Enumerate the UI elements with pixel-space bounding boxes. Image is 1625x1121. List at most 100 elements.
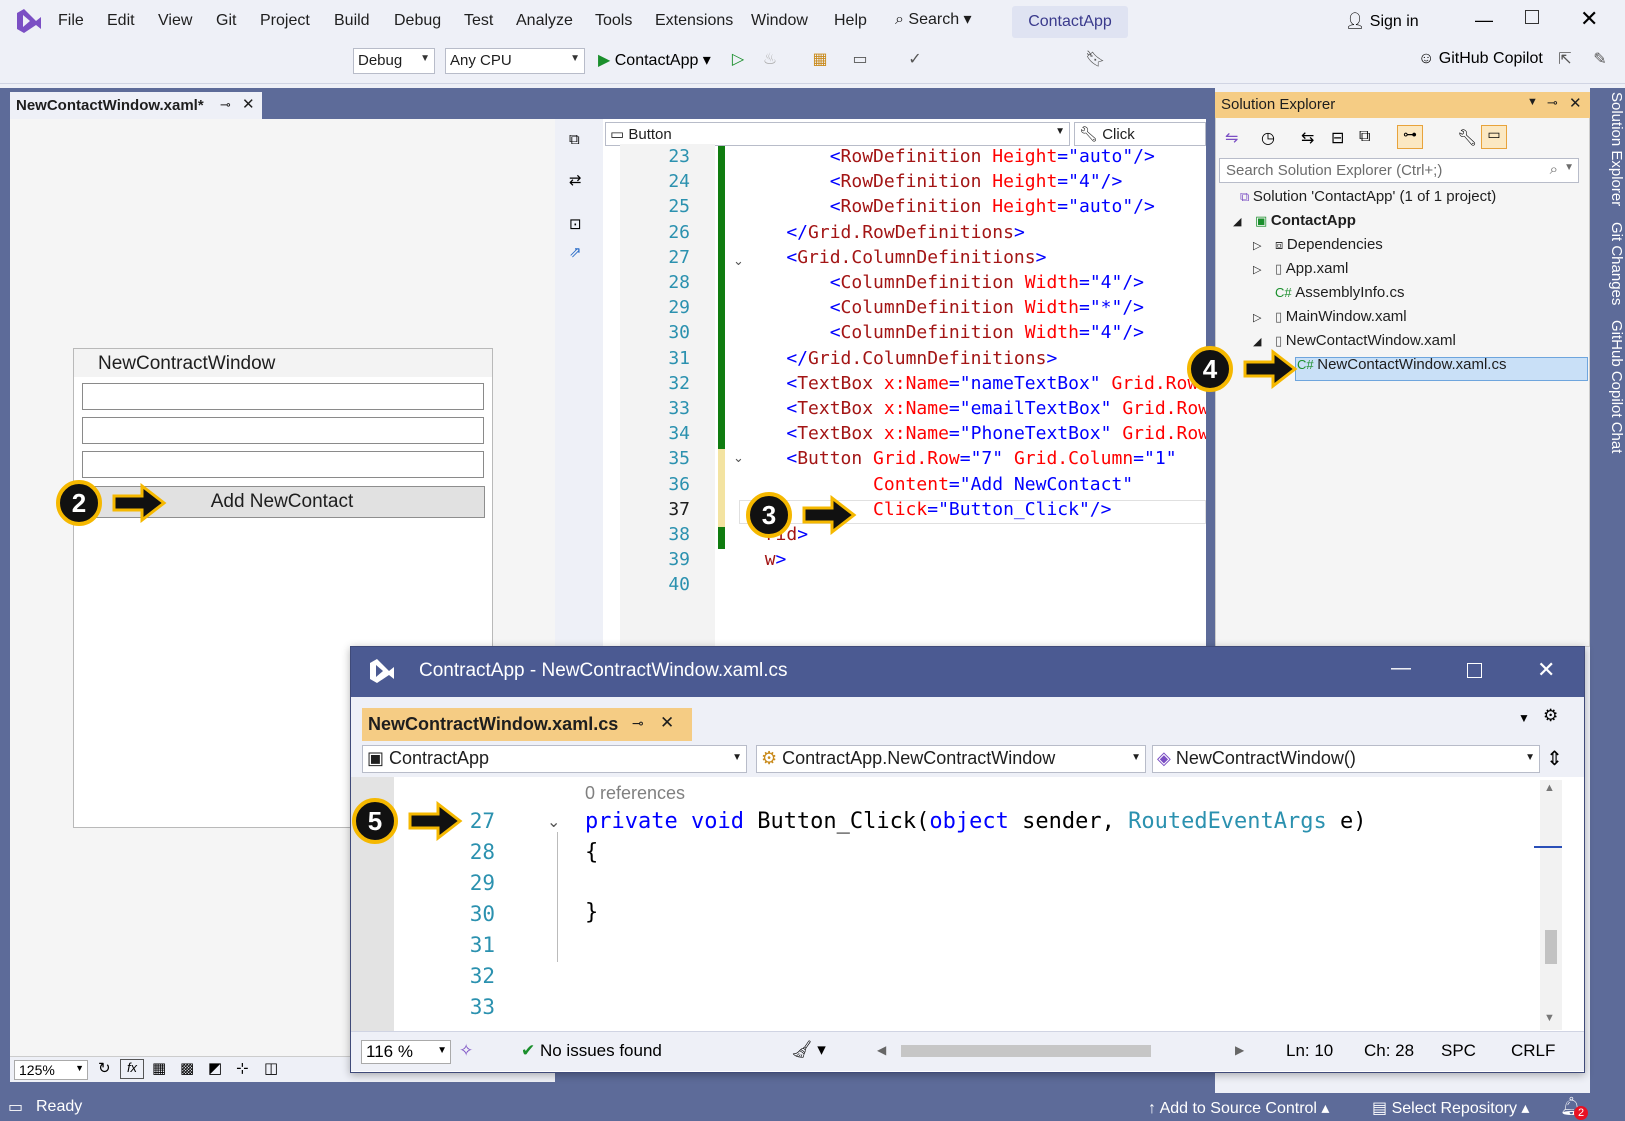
scroll-right-icon[interactable]: ▶ — [1235, 1043, 1244, 1057]
effects-toggle[interactable]: fx — [120, 1059, 144, 1079]
collapse-all-icon[interactable]: ⊟ — [1331, 128, 1344, 148]
close-button[interactable]: ✕ — [1537, 657, 1555, 683]
bookmark-icon[interactable]: 🔖︎ — [1085, 50, 1105, 70]
start-without-debugging-icon[interactable]: ▷ — [728, 50, 748, 70]
layout-icon[interactable]: ▭ — [850, 50, 870, 70]
menu-analyze[interactable]: Analyze — [516, 12, 573, 30]
intellicode-icon[interactable]: ✧ — [459, 1041, 473, 1061]
tree-item[interactable]: ▷ ▯ App.xaml — [1253, 260, 1348, 277]
menu-tools[interactable]: Tools — [595, 12, 632, 30]
horizontal-scroll-thumb[interactable] — [901, 1045, 1151, 1057]
tree-item[interactable]: ◢ ▣ ContactApp — [1233, 212, 1356, 229]
sync-icon[interactable]: ⇆ — [1301, 128, 1314, 148]
menu-edit[interactable]: Edit — [107, 12, 135, 30]
element-combo[interactable]: ▭ Button ▼ — [605, 122, 1070, 146]
scroll-down-icon[interactable]: ▼ — [1544, 1012, 1555, 1024]
menu-debug[interactable]: Debug — [394, 12, 441, 30]
issues-indicator[interactable]: ✔ No issues found — [521, 1041, 662, 1061]
vertical-scrollbar[interactable]: ▲ ▼ — [1534, 780, 1562, 1030]
menu-git[interactable]: Git — [216, 12, 236, 30]
close-tab-icon[interactable]: ✕ — [242, 95, 255, 113]
swap-panes-icon[interactable]: ⧉ — [569, 131, 580, 148]
maximize-button[interactable] — [1467, 663, 1482, 678]
split-vertical-icon[interactable]: ⊡ — [569, 215, 582, 233]
pin-icon[interactable]: ⊸ — [220, 97, 231, 113]
menu-build[interactable]: Build — [334, 12, 370, 30]
split-window-icon[interactable]: ⇕ — [1546, 746, 1563, 771]
minimize-button[interactable]: — — [1475, 10, 1493, 31]
feedback-icon[interactable]: ✎ — [1590, 50, 1610, 70]
artboard-icon[interactable]: ◩ — [208, 1059, 222, 1077]
side-tab-github-copilot-chat[interactable]: GitHub Copilot Chat — [1595, 320, 1625, 453]
close-button[interactable]: ✕ — [1580, 6, 1598, 32]
tree-item[interactable]: ▷ ▯ MainWindow.xaml — [1253, 308, 1407, 325]
preview-selected-icon[interactable]: ⊶ — [1397, 125, 1423, 149]
collapse-icon[interactable]: ◢ — [1253, 335, 1261, 348]
menu-file[interactable]: File — [58, 12, 84, 30]
tab-newcontractwindow-xaml-cs[interactable]: NewContractWindow.xaml.cs ⊸ ✕ — [362, 708, 692, 741]
grid-icon[interactable]: ▦ — [152, 1059, 166, 1077]
gear-icon[interactable]: ⚙ — [1543, 706, 1558, 726]
event-combo[interactable]: 🔧︎ Click — [1074, 122, 1206, 146]
device-icon[interactable]: ◫ — [264, 1059, 278, 1077]
line-number-indicator[interactable]: Ln: 10 — [1286, 1041, 1333, 1061]
menu-test[interactable]: Test — [464, 12, 493, 30]
tree-item[interactable]: ⧉ Solution 'ContactApp' (1 of 1 project) — [1240, 188, 1496, 205]
menu-view[interactable]: View — [158, 12, 192, 30]
tree-item[interactable]: ▷ ⧈ Dependencies — [1253, 236, 1383, 253]
tree-item[interactable]: C# AssemblyInfo.cs — [1275, 284, 1404, 301]
dropdown-icon[interactable]: ▼ — [1527, 96, 1538, 108]
close-tab-icon[interactable]: ✕ — [660, 713, 674, 733]
phone-textbox[interactable] — [82, 451, 484, 478]
refresh-icon[interactable]: ↻ — [98, 1059, 111, 1077]
github-copilot-button[interactable]: ☺ GitHub Copilot — [1418, 50, 1543, 68]
references-codelens[interactable]: 0 references — [585, 783, 685, 804]
hot-reload-icon[interactable]: ♨ — [760, 50, 780, 70]
pin-icon[interactable]: ⊸ — [632, 715, 644, 732]
email-textbox[interactable] — [82, 417, 484, 444]
close-panel-icon[interactable]: ✕ — [1569, 94, 1582, 112]
scroll-thumb[interactable] — [1545, 930, 1557, 964]
pin-icon[interactable]: ⊸ — [1547, 95, 1558, 111]
scroll-left-icon[interactable]: ◀ — [877, 1043, 886, 1057]
side-tab-git-changes[interactable]: Git Changes — [1595, 222, 1625, 305]
tree-item[interactable]: C# NewContactWindow.xaml.cs — [1297, 356, 1506, 373]
menu-extensions[interactable]: Extensions — [655, 12, 733, 30]
tab-list-icon[interactable]: ▼ — [1518, 711, 1530, 725]
menu-project[interactable]: Project — [260, 12, 310, 30]
spell-check-icon[interactable]: ✓ — [905, 50, 925, 70]
share-icon[interactable]: ⇱ — [1555, 50, 1575, 70]
member-combo[interactable]: ◈ NewContractWindow() ▼ — [1152, 745, 1540, 773]
line-ending-indicator[interactable]: CRLF — [1511, 1041, 1555, 1061]
sign-in-button[interactable]: 👤︎ Sign in — [1345, 11, 1419, 31]
side-tab-solution-explorer[interactable]: Solution Explorer — [1595, 92, 1625, 206]
scroll-up-icon[interactable]: ▲ — [1544, 782, 1555, 794]
menu-window[interactable]: Window — [751, 12, 808, 30]
solution-explorer-search[interactable]: Search Solution Explorer (Ctrl+;) ⌕ ▼ — [1219, 158, 1579, 183]
minimize-button[interactable]: — — [1391, 657, 1411, 680]
properties-icon[interactable]: 🔧︎ — [1457, 128, 1477, 148]
maximize-button[interactable] — [1525, 10, 1539, 24]
add-to-source-control-button[interactable]: ↑ Add to Source Control ▴ — [1148, 1098, 1329, 1118]
popout-icon[interactable]: ⇗ — [569, 243, 582, 261]
designer-zoom-select[interactable]: 125% ▼ — [14, 1060, 88, 1080]
menu-help[interactable]: Help — [834, 12, 867, 30]
column-indicator[interactable]: Ch: 28 — [1364, 1041, 1414, 1061]
show-all-files-icon[interactable]: ⧉ — [1359, 128, 1370, 146]
configuration-select[interactable]: Debug ▼ — [353, 48, 435, 74]
expand-icon[interactable]: ▷ — [1253, 311, 1261, 324]
cleanup-icon[interactable]: 🧹︎ ▾ — [791, 1040, 826, 1060]
class-combo[interactable]: ⚙ ContractApp.NewContractWindow ▼ — [756, 745, 1146, 773]
collapse-chevron-icon[interactable]: ⌄ — [547, 812, 560, 832]
platform-select[interactable]: Any CPU ▼ — [445, 48, 585, 74]
switch-views-icon[interactable]: ⇋ — [1225, 128, 1238, 148]
start-debugging-button[interactable]: ▶ ContactApp ▾ — [598, 50, 711, 70]
whitespace-indicator[interactable]: SPC — [1441, 1041, 1476, 1061]
editor-zoom-select[interactable]: 116 % ▼ — [361, 1040, 451, 1064]
snap-grid-icon[interactable]: ▩ — [180, 1059, 194, 1077]
expand-icon[interactable]: ▷ — [1253, 239, 1261, 252]
pending-changes-icon[interactable]: ◷ — [1261, 128, 1275, 148]
tree-item[interactable]: ◢ ▯ NewContactWindow.xaml — [1253, 332, 1456, 349]
select-repository-button[interactable]: ▤ Select Repository ▴ — [1372, 1098, 1529, 1118]
pending-icon[interactable]: ▭ — [1481, 125, 1507, 149]
